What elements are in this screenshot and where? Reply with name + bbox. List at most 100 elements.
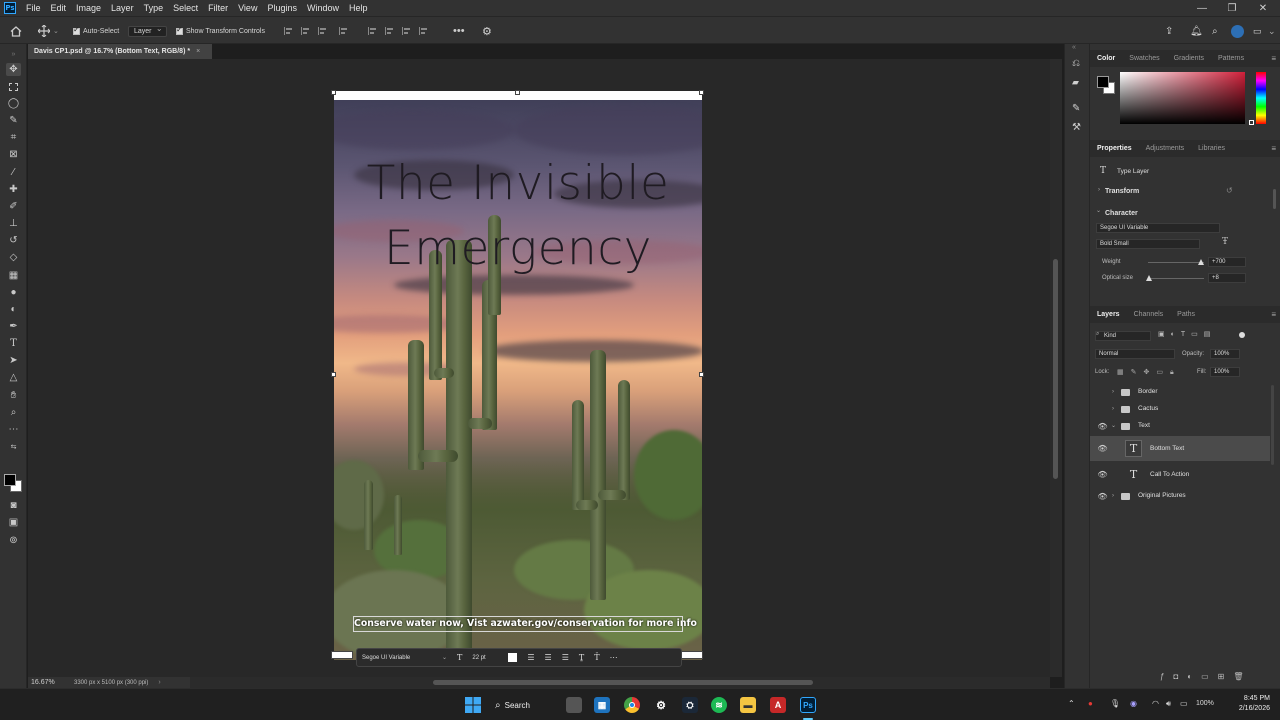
auto-select-target-dropdown[interactable]: Layer — [128, 24, 167, 37]
menu-select[interactable]: Select — [168, 3, 203, 13]
layer-row[interactable]: › Border — [1090, 385, 1270, 401]
document-tab[interactable]: Davis CP1.psd @ 16.7% (Bottom Text, RGB/… — [28, 44, 212, 59]
eye-icon[interactable]: 👁︎ — [1097, 470, 1107, 479]
move-tool-preset-icon[interactable]: ⌄ — [38, 17, 59, 45]
comments-icon[interactable]: ▰ — [1072, 77, 1079, 88]
optical-size-slider[interactable] — [1148, 278, 1204, 279]
layer-row[interactable]: › Cactus — [1090, 402, 1270, 418]
volume-icon[interactable]: 🔊︎ — [1166, 699, 1171, 709]
chrome-icon[interactable] — [624, 697, 640, 713]
blur-tool-icon[interactable]: ● — [6, 286, 21, 299]
tab-gradients[interactable]: Gradients — [1167, 55, 1211, 62]
eye-icon[interactable]: 👁︎ — [1097, 422, 1107, 431]
align-left-icon[interactable] — [284, 27, 293, 35]
dock-collapse-icon[interactable]: « — [1072, 44, 1076, 51]
distribute-vertical-icon[interactable] — [419, 27, 428, 35]
menu-image[interactable]: Image — [71, 3, 106, 13]
fill-field[interactable]: 100% — [1210, 367, 1240, 377]
tab-channels[interactable]: Channels — [1127, 311, 1171, 318]
visibility-off-icon[interactable] — [1098, 405, 1107, 414]
lock-icons[interactable]: ▦✎✥▭🔒︎ — [1117, 368, 1181, 377]
zoom-tool-icon[interactable]: ⌕ — [6, 406, 21, 419]
ctx-font-dropdown[interactable]: Segoe UI Variable — [357, 655, 437, 661]
steam-icon[interactable]: ⛭ — [682, 697, 698, 713]
restore-icon[interactable]: ❐ — [1217, 0, 1247, 16]
minimize-icon[interactable]: — — [1187, 0, 1217, 16]
taskbar-clock[interactable]: 8:45 PM 2/16/2026 — [1239, 694, 1270, 714]
marquee-tool-icon[interactable] — [6, 80, 21, 93]
menu-view[interactable]: View — [233, 3, 262, 13]
color-picker-cursor[interactable] — [1249, 120, 1254, 125]
photoshop-taskbar-icon[interactable]: Ps — [800, 697, 816, 713]
photoshop-logo-icon[interactable]: Ps — [4, 2, 16, 14]
store-icon[interactable]: ▦ — [594, 697, 610, 713]
align-right-icon[interactable] — [318, 27, 327, 35]
menu-layer[interactable]: Layer — [106, 3, 139, 13]
filter-toggle-icon[interactable] — [1239, 332, 1245, 338]
menu-help[interactable]: Help — [344, 3, 373, 13]
spot-healing-tool-icon[interactable]: ✚ — [6, 183, 21, 196]
align-text-right-icon[interactable]: ☰ — [557, 653, 574, 662]
layer-row[interactable]: 👁︎ › Original Pictures — [1090, 489, 1270, 505]
transform-section[interactable]: Transform — [1105, 188, 1139, 195]
font-family-dropdown[interactable]: Segoe UI Variable — [1096, 223, 1220, 233]
transform-expand-icon[interactable]: › — [1098, 187, 1100, 193]
tab-swatches[interactable]: Swatches — [1122, 55, 1166, 62]
auto-select-checkbox[interactable]: Auto-Select — [73, 17, 119, 45]
character-collapse-icon[interactable]: ⌄ — [1096, 207, 1101, 214]
tray-overflow-icon[interactable]: ⌃ — [1068, 699, 1075, 708]
battery-icon[interactable]: ▭ — [1180, 699, 1188, 708]
color-picker-field[interactable] — [1120, 72, 1245, 124]
windows-start-icon[interactable] — [465, 697, 481, 713]
layers-scroll-thumb[interactable] — [1271, 385, 1274, 465]
tab-adjustments[interactable]: Adjustments — [1139, 145, 1192, 152]
ctx-more-icon[interactable]: ⋯ — [605, 653, 623, 662]
crop-tool-icon[interactable]: ⌗ — [6, 131, 21, 144]
ctx-font-dropdown-arrow-icon[interactable]: ⌄ — [437, 654, 452, 661]
layer-row[interactable]: 👁︎ T Call To Action — [1090, 464, 1270, 486]
vertical-scrollbar[interactable] — [1050, 59, 1062, 677]
transform-handle[interactable] — [515, 90, 520, 95]
align-middle-icon[interactable] — [385, 27, 394, 35]
adjust-icon[interactable]: ⚒ — [1072, 122, 1081, 133]
document-canvas[interactable]: The Invisible Emergency Conserve water n… — [334, 91, 702, 660]
expand-group-icon[interactable]: › — [1112, 406, 1114, 412]
edit-toolbar-icon[interactable]: ⋯ — [6, 423, 21, 436]
hue-slider[interactable] — [1256, 72, 1266, 124]
workspace-icon[interactable]: ▭ — [1253, 17, 1262, 45]
optical-size-value-field[interactable]: +8 — [1208, 273, 1246, 283]
shape-tool-icon[interactable]: △ — [6, 371, 21, 384]
tray-discord-icon[interactable]: ◉ — [1130, 699, 1137, 708]
tab-layers[interactable]: Layers — [1090, 311, 1127, 318]
status-arrow-icon[interactable]: › — [158, 679, 160, 686]
bottom-text-layer[interactable]: Conserve water now, Vist azwater.gov/con… — [353, 616, 697, 632]
menu-plugins[interactable]: Plugins — [262, 3, 302, 13]
move-tool-icon[interactable]: ✥ — [6, 63, 21, 76]
pen-tool-icon[interactable]: ✒ — [6, 320, 21, 333]
transform-handle[interactable] — [331, 372, 336, 377]
reset-transform-icon[interactable]: ↺ — [1226, 186, 1233, 195]
text-color-swatch[interactable] — [508, 653, 518, 662]
tab-libraries[interactable]: Libraries — [1191, 145, 1232, 152]
type-tool-icon[interactable]: T — [6, 337, 21, 350]
spotify-icon[interactable]: ≋ — [711, 697, 727, 713]
layers-panel-menu-icon[interactable]: ≡ — [1271, 310, 1276, 319]
menu-filter[interactable]: Filter — [203, 3, 233, 13]
distribute-icon[interactable] — [339, 27, 348, 35]
task-view-icon[interactable] — [566, 697, 582, 713]
weight-value-field[interactable]: +700 — [1208, 257, 1246, 267]
menu-type[interactable]: Type — [139, 3, 169, 13]
history-icon[interactable]: ⎌ — [1072, 58, 1080, 69]
settings-gear-icon[interactable]: ⚙ — [482, 17, 492, 45]
properties-scroll-thumb[interactable] — [1273, 189, 1276, 209]
menu-window[interactable]: Window — [302, 3, 344, 13]
brush-tool-icon[interactable]: ✐ — [6, 200, 21, 213]
poster-title[interactable]: The Invisible Emergency — [334, 151, 702, 281]
path-select-tool-icon[interactable]: ➤ — [6, 354, 21, 367]
app-icon[interactable]: ⚙ — [653, 697, 669, 713]
align-text-left-icon[interactable]: ☰ — [522, 653, 539, 662]
layer-actions-icons[interactable]: ƒ◘◐▭⊞🗑︎ — [1160, 672, 1253, 681]
home-icon[interactable] — [10, 17, 22, 45]
foreground-color-swatch[interactable] — [4, 474, 16, 486]
ctx-font-size[interactable]: 22 pt — [467, 655, 503, 661]
